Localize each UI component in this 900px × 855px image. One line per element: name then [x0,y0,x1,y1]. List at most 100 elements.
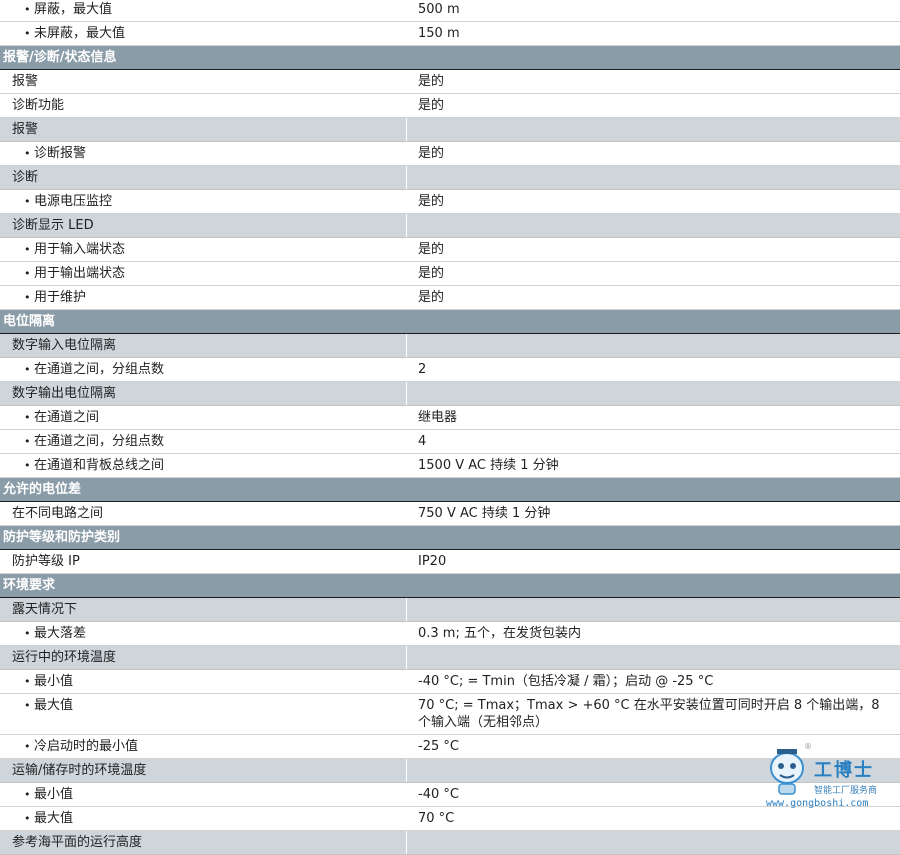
spec-row: 在通道之间，分组点数 4 [0,430,900,454]
spec-label: 最大值 [0,694,406,734]
spec-row: 用于维护是的 [0,286,900,310]
spec-value: 是的 [418,146,445,161]
section-header-row: 允许的电位差 [0,478,900,502]
spec-label: 参考海平面的运行高度 [12,835,143,850]
spec-label: 防护等级和防护类别 [3,530,121,545]
spec-label: 诊断显示 LED [12,218,94,233]
section-header-row: 电位隔离 [0,310,900,334]
spec-value [406,598,900,621]
spec-row: 屏蔽，最大值 500 m [0,0,900,22]
spec-value: 4 [418,434,427,449]
spec-value [406,574,900,597]
spec-label: 用于输入端状态 [0,238,406,261]
spec-value [406,46,900,69]
spec-label: 运行中的环境温度 [12,650,117,665]
spec-label: 用于输出端状态 [0,262,406,285]
subsection-row: 数字输入电位隔离 [0,334,900,358]
section-header-row: 报警/诊断/状态信息 [0,46,900,70]
spec-row: 报警 是的 [0,70,900,94]
subsection-row: 参考海平面的运行高度 [0,831,900,855]
spec-value [406,166,900,189]
spec-value [406,646,900,669]
spec-value [406,526,900,549]
watermark-title: 工博士 [814,760,874,781]
spec-label: 屏蔽，最大值 [0,0,406,21]
spec-label: 数字输入电位隔离 [12,338,117,353]
spec-row: 防护等级 IP IP20 [0,550,900,574]
section-header-row: 防护等级和防护类别 [0,526,900,550]
spec-value: 1500 V AC 持续 1 分钟 [418,458,559,473]
watermark-subtitle: 智能工厂服务商 [814,786,878,796]
spec-table: 屏蔽，最大值500 m未屏蔽，最大值150 m报警/诊断/状态信息报警是的诊断功… [0,0,900,855]
spec-label: 环境要求 [3,578,56,593]
spec-value: 是的 [418,74,445,89]
spec-label: 报警 [12,74,39,89]
spec-row: 未屏蔽，最大值 150 m [0,22,900,46]
spec-label: 在通道之间 [0,406,406,429]
spec-value: 是的 [418,290,445,305]
subsection-row: 诊断 [0,166,900,190]
spec-value: IP20 [418,554,447,569]
spec-value: 750 V AC 持续 1 分钟 [418,506,551,521]
spec-value [406,334,900,357]
spec-label: 诊断 [12,170,39,185]
spec-label: 电位隔离 [3,314,56,329]
spec-label: 诊断功能 [12,98,65,113]
spec-value: -40 °C; = Tmin（包括冷凝 / 霜）；启动 @ -25 °C [418,674,714,689]
spec-label: 诊断报警 [0,142,406,165]
spec-value: 2 [418,362,427,377]
spec-row: 用于输出端状态是的 [0,262,900,286]
spec-row: 最大值 70 °C [0,807,900,831]
spec-label: 用于维护 [0,286,406,309]
spec-label: 最小值 [0,670,406,693]
spec-label: 报警 [12,122,39,137]
section-header-row: 环境要求 [0,574,900,598]
spec-value [406,214,900,237]
spec-value: 继电器 [418,410,458,425]
spec-row: 在通道之间，分组点数 2 [0,358,900,382]
spec-label: 数字输出电位隔离 [12,386,117,401]
spec-row: 最小值 -40 °C; = Tmin（包括冷凝 / 霜）；启动 @ -25 °C [0,670,900,694]
watermark-url: www.gongboshi.com [766,798,869,809]
subsection-row: 报警 [0,118,900,142]
spec-row: 诊断报警是的 [0,142,900,166]
spec-value: 150 m [418,26,460,41]
spec-label: 在通道之间，分组点数 [0,358,406,381]
spec-row: 最大值 70 °C; = Tmax；Tmax > +60 °C 在水平安装位置可同… [0,694,900,735]
spec-label: 运输/储存时的环境温度 [12,763,147,778]
spec-value: 70 °C; = Tmax；Tmax > +60 °C 在水平安装位置可同时开启… [418,698,880,730]
spec-row: 在不同电路之间 750 V AC 持续 1 分钟 [0,502,900,526]
spec-label: 未屏蔽，最大值 [0,22,406,45]
spec-value: 70 °C [418,811,455,826]
spec-value: 是的 [418,266,445,281]
spec-label: 允许的电位差 [3,482,82,497]
spec-value [406,118,900,141]
spec-label: 防护等级 IP [12,554,80,569]
subsection-row: 数字输出电位隔离 [0,382,900,406]
spec-label: 报警/诊断/状态信息 [3,50,117,65]
spec-row: 在通道和背板总线之间 1500 V AC 持续 1 分钟 [0,454,900,478]
spec-value: 是的 [418,98,445,113]
spec-value [406,831,900,854]
subsection-row: 露天情况下 [0,598,900,622]
spec-label: 在通道和背板总线之间 [0,454,406,477]
spec-value: 是的 [418,194,445,209]
spec-value [406,478,900,501]
subsection-row: 诊断显示 LED [0,214,900,238]
subsection-row: 运行中的环境温度 [0,646,900,670]
spec-label: 露天情况下 [12,602,78,617]
spec-value [406,310,900,333]
spec-label: 电源电压监控 [0,190,406,213]
spec-row: 电源电压监控是的 [0,190,900,214]
spec-row: 在通道之间继电器 [0,406,900,430]
spec-value: 是的 [418,242,445,257]
watermark-logo: ® 工博士 智能工厂服务商 www.gongboshi.com [760,742,892,810]
spec-row: 最大落差 0.3 m; 五个，在发货包装内 [0,622,900,646]
spec-value: 500 m [418,2,460,17]
spec-label: 最大值 [0,807,406,830]
robot-mascot-icon [770,749,804,795]
spec-label: 最小值 [0,783,406,806]
spec-value: 0.3 m; 五个，在发货包装内 [418,626,581,641]
spec-label: 冷启动时的最小值 [0,735,406,758]
spec-label: 在不同电路之间 [12,506,104,521]
